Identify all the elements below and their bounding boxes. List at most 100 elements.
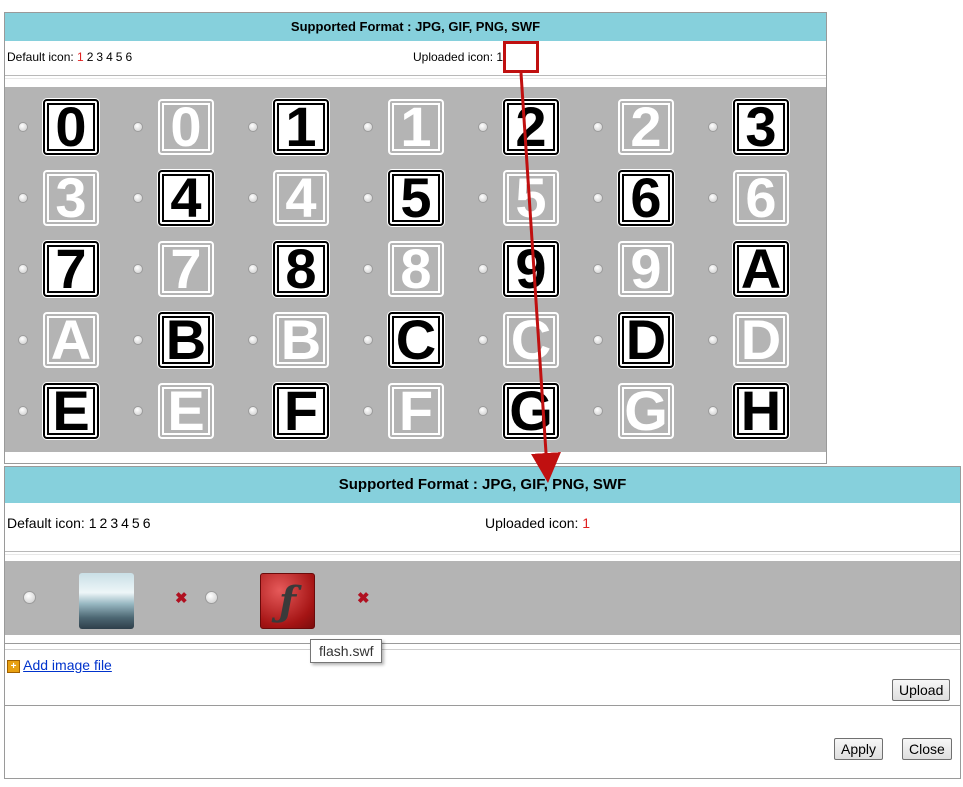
icon-option: 1: [358, 93, 473, 164]
icon-black-2[interactable]: 2: [503, 99, 559, 155]
icon-white-5[interactable]: 5: [503, 170, 559, 226]
icon-radio[interactable]: [363, 406, 373, 416]
upload-button[interactable]: Upload: [892, 679, 951, 701]
default-icon-page-3[interactable]: 3: [110, 515, 118, 531]
icon-black-D[interactable]: D: [618, 312, 674, 368]
icon-radio[interactable]: [363, 193, 373, 203]
default-icon-page-6[interactable]: 6: [125, 50, 132, 64]
icon-black-6[interactable]: 6: [618, 170, 674, 226]
icon-radio[interactable]: [133, 122, 143, 132]
icon-white-3[interactable]: 3: [43, 170, 99, 226]
icon-radio[interactable]: [363, 264, 373, 274]
icon-white-1[interactable]: 1: [388, 99, 444, 155]
icon-radio[interactable]: [478, 122, 488, 132]
add-image-file-link[interactable]: Add image file: [23, 657, 112, 673]
icon-black-1[interactable]: 1: [273, 99, 329, 155]
icon-black-A[interactable]: A: [733, 241, 789, 297]
icon-radio[interactable]: [133, 264, 143, 274]
icon-black-F[interactable]: F: [273, 383, 329, 439]
icon-radio[interactable]: [18, 193, 28, 203]
icon-black-8[interactable]: 8: [273, 241, 329, 297]
default-icon-page-5[interactable]: 5: [116, 50, 123, 64]
icon-radio[interactable]: [133, 193, 143, 203]
default-icon-page-4[interactable]: 4: [106, 50, 113, 64]
icon-black-4[interactable]: 4: [158, 170, 214, 226]
icon-black-9[interactable]: 9: [503, 241, 559, 297]
icon-black-C[interactable]: C: [388, 312, 444, 368]
icon-white-6[interactable]: 6: [733, 170, 789, 226]
default-icon-page-6[interactable]: 6: [143, 515, 151, 531]
icon-radio[interactable]: [708, 406, 718, 416]
icon-white-0[interactable]: 0: [158, 99, 214, 155]
uploaded-icon-page-1[interactable]: 1: [582, 515, 590, 531]
icon-radio[interactable]: [708, 122, 718, 132]
icon-radio[interactable]: [478, 406, 488, 416]
default-icon-page-3[interactable]: 3: [96, 50, 103, 64]
icon-black-0[interactable]: 0: [43, 99, 99, 155]
icon-radio[interactable]: [248, 193, 258, 203]
icon-white-A[interactable]: A: [43, 312, 99, 368]
default-icon-page-2[interactable]: 2: [87, 50, 94, 64]
icon-white-2[interactable]: 2: [618, 99, 674, 155]
icon-radio[interactable]: [593, 335, 603, 345]
icon-radio[interactable]: [248, 335, 258, 345]
icon-radio[interactable]: [248, 406, 258, 416]
icon-radio[interactable]: [593, 122, 603, 132]
icon-white-B[interactable]: B: [273, 312, 329, 368]
icon-radio[interactable]: [478, 193, 488, 203]
delete-icon[interactable]: ✖: [175, 589, 188, 607]
icon-radio[interactable]: [18, 264, 28, 274]
icon-radio[interactable]: [133, 335, 143, 345]
icon-black-E[interactable]: E: [43, 383, 99, 439]
close-button[interactable]: Close: [902, 738, 952, 760]
default-icon-page-5[interactable]: 5: [132, 515, 140, 531]
icon-white-7[interactable]: 7: [158, 241, 214, 297]
icon-option: 6: [588, 164, 703, 235]
icon-black-5[interactable]: 5: [388, 170, 444, 226]
flash-file-thumbnail[interactable]: ƒ: [260, 573, 315, 629]
icon-radio[interactable]: [708, 264, 718, 274]
icon-white-9[interactable]: 9: [618, 241, 674, 297]
default-icon-label: Default icon:: [7, 50, 74, 64]
icon-radio[interactable]: [708, 335, 718, 345]
icon-white-C[interactable]: C: [503, 312, 559, 368]
icon-black-H[interactable]: H: [733, 383, 789, 439]
apply-button[interactable]: Apply: [834, 738, 884, 760]
icon-white-4[interactable]: 4: [273, 170, 329, 226]
uploaded-icon-radio-2[interactable]: [205, 591, 218, 604]
icon-white-E[interactable]: E: [158, 383, 214, 439]
icon-white-8[interactable]: 8: [388, 241, 444, 297]
icon-option: 0: [128, 93, 243, 164]
icon-white-G[interactable]: G: [618, 383, 674, 439]
icon-black-B[interactable]: B: [158, 312, 214, 368]
default-icon-page-2[interactable]: 2: [100, 515, 108, 531]
icon-radio[interactable]: [18, 122, 28, 132]
icon-radio[interactable]: [133, 406, 143, 416]
uploaded-icon-radio-1[interactable]: [23, 591, 36, 604]
icon-black-7[interactable]: 7: [43, 241, 99, 297]
icon-radio[interactable]: [708, 193, 718, 203]
icon-radio[interactable]: [593, 193, 603, 203]
delete-icon[interactable]: ✖: [357, 589, 370, 607]
icon-radio[interactable]: [363, 335, 373, 345]
icon-radio[interactable]: [18, 335, 28, 345]
default-icon-page-1[interactable]: 1: [77, 50, 84, 64]
default-icon-page-4[interactable]: 4: [121, 515, 129, 531]
office-image-thumbnail[interactable]: [79, 573, 134, 629]
icon-option: C: [358, 306, 473, 377]
icon-radio[interactable]: [478, 264, 488, 274]
icon-white-F[interactable]: F: [388, 383, 444, 439]
icon-radio[interactable]: [478, 335, 488, 345]
icon-black-3[interactable]: 3: [733, 99, 789, 155]
icon-radio[interactable]: [593, 264, 603, 274]
icon-radio[interactable]: [248, 122, 258, 132]
icon-white-D[interactable]: D: [733, 312, 789, 368]
icon-radio[interactable]: [248, 264, 258, 274]
icon-option: 0: [13, 93, 128, 164]
uploaded-icon-list: ✖ ƒ ✖: [5, 561, 960, 635]
icon-radio[interactable]: [593, 406, 603, 416]
icon-black-G[interactable]: G: [503, 383, 559, 439]
default-icon-page-1[interactable]: 1: [89, 515, 97, 531]
icon-radio[interactable]: [363, 122, 373, 132]
icon-radio[interactable]: [18, 406, 28, 416]
